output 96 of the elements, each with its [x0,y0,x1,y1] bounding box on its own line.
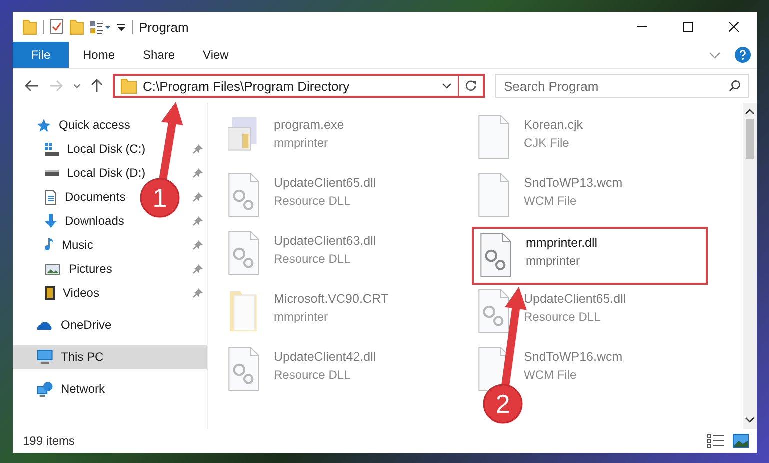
address-path: C:\Program Files\Program Directory [143,78,351,94]
properties-icon[interactable] [90,20,111,34]
pin-icon[interactable] [193,288,203,298]
vertical-scrollbar[interactable] [743,103,757,429]
gear-file-icon [228,173,260,217]
drive-icon [45,170,59,176]
refresh-icon[interactable] [465,80,477,92]
file-type: mmprinter [526,254,582,268]
file-item[interactable]: Korean.cjk CJK File [472,111,708,169]
gear-file-icon [478,289,510,333]
address-bar[interactable]: C:\Program Files\Program Directory [113,74,485,98]
close-icon [729,22,739,32]
file-item[interactable]: UpdateClient42.dll Resource DLL [222,343,458,401]
search-icon[interactable] [729,80,741,92]
file-type: WCM File [524,194,578,208]
file-type: Resource DLL [274,252,352,266]
file-name: UpdateClient65.dll [524,292,626,306]
details-view-icon[interactable] [707,434,725,448]
gear-file-icon [228,347,260,391]
ribbon-tab[interactable]: Share [129,42,190,68]
file-item[interactable]: UpdateClient63.dll Resource DLL [222,227,458,285]
pin-icon[interactable] [193,144,203,154]
scroll-thumb[interactable] [746,119,754,159]
sidebar-item[interactable]: Quick access [13,113,207,137]
monitor-icon [37,350,53,364]
file-icon [478,115,510,159]
ribbon-tab[interactable]: Home [69,42,130,68]
file-type: Resource DLL [524,310,602,324]
picture-icon [45,264,61,274]
gear-file-icon [228,231,260,275]
file-item[interactable]: UpdateClient65.dll Resource DLL [472,285,708,343]
file-name: UpdateClient42.dll [274,350,376,364]
checklist-icon[interactable] [50,19,64,35]
pin-icon[interactable] [193,192,203,202]
file-item[interactable]: mmprinter.dll mmprinter [472,227,708,285]
film-icon [45,286,55,300]
music-note-icon [45,238,54,252]
sidebar-item[interactable]: OneDrive [13,313,207,337]
file-name: UpdateClient63.dll [274,234,376,248]
file-type: Resource DLL [274,194,352,208]
help-icon[interactable] [735,47,751,63]
file-item[interactable]: SndToWP13.wcm WCM File [472,169,708,227]
file-item[interactable]: program.exe mmprinter [222,111,458,169]
chevron-icon[interactable] [442,83,452,89]
file-icon [478,173,510,217]
gear-file-icon [480,233,512,277]
file-name: Korean.cjk [524,118,584,132]
pin-icon[interactable] [193,264,203,274]
file-type: CJK File [524,136,570,150]
item-count: 199 items [23,434,76,448]
sidebar-item[interactable]: Network [13,377,207,401]
file-name: SndToWP16.wcm [524,350,623,364]
file-item[interactable]: UpdateClient65.dll Resource DLL [222,169,458,227]
sidebar-item[interactable]: Documents [13,185,130,209]
folder-icon [228,289,260,333]
step-badge: 2 [483,384,523,424]
sidebar-item[interactable]: This PC [13,345,207,369]
file-name: SndToWP13.wcm [524,176,623,190]
search-field[interactable]: Search Program [495,74,749,98]
file-type: WCM File [524,368,578,382]
pin-icon[interactable] [193,240,203,250]
chevron-icon[interactable] [73,84,81,88]
ribbon-tab[interactable]: View [189,42,243,68]
file-type: Resource DLL [274,368,352,382]
sidebar-item[interactable]: Videos [13,281,104,305]
ribbon-tab[interactable]: File [13,42,69,68]
sidebar-item[interactable]: Downloads [13,209,128,233]
file-type: mmprinter [274,136,330,150]
file-name: program.exe [274,118,344,132]
star-icon [37,118,51,132]
maximize-icon [683,22,693,32]
large-icons-view-icon[interactable] [733,434,749,448]
file-name: Microsoft.VC90.CRT [274,292,388,306]
file-name: mmprinter.dll [526,236,598,250]
download-arrow-icon [45,214,57,228]
cloud-icon [37,320,53,330]
dropdown-icon[interactable] [117,24,126,30]
pin-icon[interactable] [193,216,203,226]
chevron-down-icon[interactable] [745,417,755,423]
sidebar-item[interactable]: Local Disk (C:) [13,137,150,161]
sidebar-item[interactable]: Music [13,233,98,257]
document-icon [45,190,57,204]
chevron-up-icon[interactable] [745,109,755,115]
minimize-icon [637,26,647,28]
back-arrow-icon[interactable] [25,80,39,92]
up-arrow-icon[interactable] [91,79,103,93]
file-type: mmprinter [274,310,330,324]
file-item[interactable]: Microsoft.VC90.CRT mmprinter [222,285,458,343]
sidebar-item[interactable]: Pictures [13,257,116,281]
file-name: UpdateClient65.dll [274,176,376,190]
step-badge: 1 [140,178,180,218]
drive-icon [45,142,59,156]
network-icon [37,382,53,396]
window-title: Program [139,20,189,34]
folder-icon [121,78,137,94]
pin-icon[interactable] [193,168,203,178]
